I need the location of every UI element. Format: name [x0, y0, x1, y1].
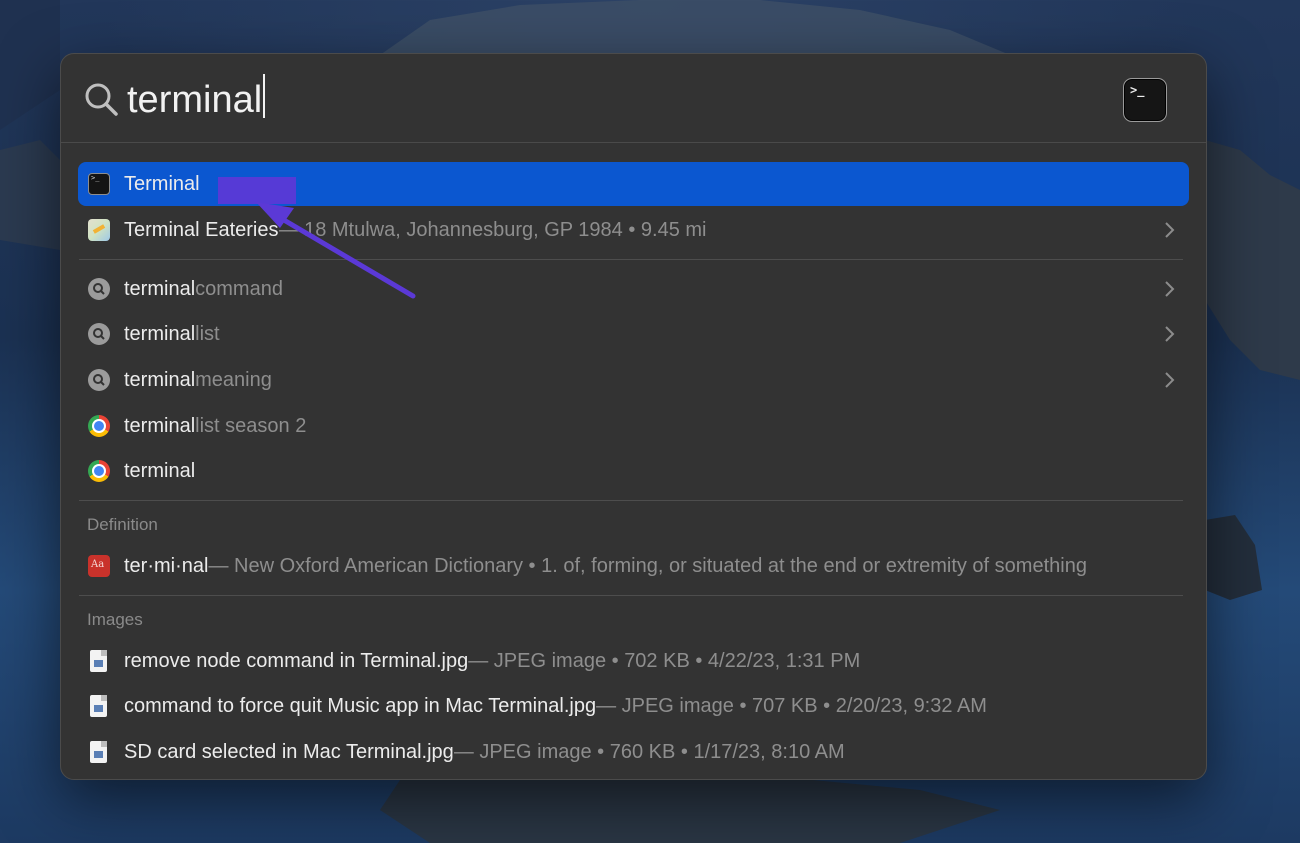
definition-word: ter·mi·nal [124, 554, 209, 577]
result-terminal-eateries[interactable]: Terminal Eateries — 18 Mtulwa, Johannesb… [78, 208, 1189, 252]
text-caret [263, 74, 266, 118]
chevron-right-icon [1165, 326, 1175, 342]
section-label-images: Images [87, 610, 143, 629]
search-icon [85, 83, 118, 116]
search-bar: terminal >_ [61, 54, 1206, 142]
jpeg-file-icon [90, 695, 107, 717]
image-meta: — JPEG image • 702 KB • 4/22/23, 1:31 PM [468, 649, 861, 672]
result-title: terminal [124, 322, 196, 345]
result-title: terminal [124, 414, 196, 437]
chevron-right-icon [1165, 372, 1175, 388]
terminal-app-icon [88, 173, 110, 195]
maps-icon [88, 219, 110, 241]
image-result[interactable]: SD card selected in Mac Terminal.jpg — J… [78, 730, 1189, 774]
dictionary-icon-text: Aa [91, 559, 105, 570]
jpeg-file-icon [90, 650, 107, 672]
chrome-icon [88, 460, 110, 482]
suggestion-terminal-list-season-2[interactable]: terminal list season 2 [78, 404, 1189, 448]
image-title: command to force quit Music app in Mac T… [124, 694, 597, 717]
image-title: SD card selected in Mac Terminal.jpg [124, 740, 454, 763]
jpeg-file-icon [90, 741, 107, 763]
section-label-definition: Definition [87, 515, 158, 534]
section-divider [79, 500, 1183, 501]
result-title: terminal [124, 368, 196, 391]
image-meta: — JPEG image • 760 KB • 1/17/23, 8:10 AM [453, 740, 845, 763]
result-completion: meaning [195, 368, 272, 391]
section-divider [79, 259, 1183, 260]
web-search-icon [88, 369, 110, 391]
image-title: remove node command in Terminal.jpg [124, 649, 469, 672]
spotlight-window: terminal >_ Terminal Terminal Eateries —… [60, 53, 1207, 780]
result-title: terminal [124, 459, 196, 482]
search-divider [61, 142, 1206, 143]
dictionary-icon: Aa [88, 555, 110, 577]
web-search-icon [88, 278, 110, 300]
suggestion-terminal-command[interactable]: terminal command [78, 267, 1189, 311]
image-result[interactable]: command to force quit Music app in Mac T… [78, 684, 1189, 728]
result-completion: command [195, 277, 283, 300]
suggestion-terminal[interactable]: terminal [78, 449, 1189, 493]
search-query: terminal [127, 79, 263, 121]
result-title: Terminal [124, 172, 200, 195]
result-title: Terminal Eateries [124, 218, 279, 241]
chevron-right-icon [1165, 281, 1175, 297]
image-meta: — JPEG image • 707 KB • 2/20/23, 9:32 AM [596, 694, 987, 717]
image-result[interactable]: remove node command in Terminal.jpg — JP… [78, 639, 1189, 683]
web-search-icon [88, 323, 110, 345]
section-divider [79, 595, 1183, 596]
suggestion-terminal-meaning[interactable]: terminal meaning [78, 358, 1189, 402]
result-completion: list season 2 [195, 414, 307, 437]
suggestion-terminal-list[interactable]: terminal list [78, 312, 1189, 356]
result-title: terminal [124, 277, 196, 300]
definition-meta: — New Oxford American Dictionary • 1. of… [208, 554, 1087, 577]
result-completion: list [195, 322, 220, 345]
chrome-icon [88, 415, 110, 437]
annotation-highlight-box [218, 177, 296, 204]
terminal-preview-icon: >_ [1123, 78, 1167, 122]
definition-result[interactable]: Aa ter·mi·nal — New Oxford American Dict… [78, 544, 1189, 588]
chevron-right-icon [1165, 222, 1175, 238]
search-input[interactable]: terminal [127, 72, 266, 128]
result-meta: — 18 Mtulwa, Johannesburg, GP 1984 • 9.4… [278, 218, 707, 241]
